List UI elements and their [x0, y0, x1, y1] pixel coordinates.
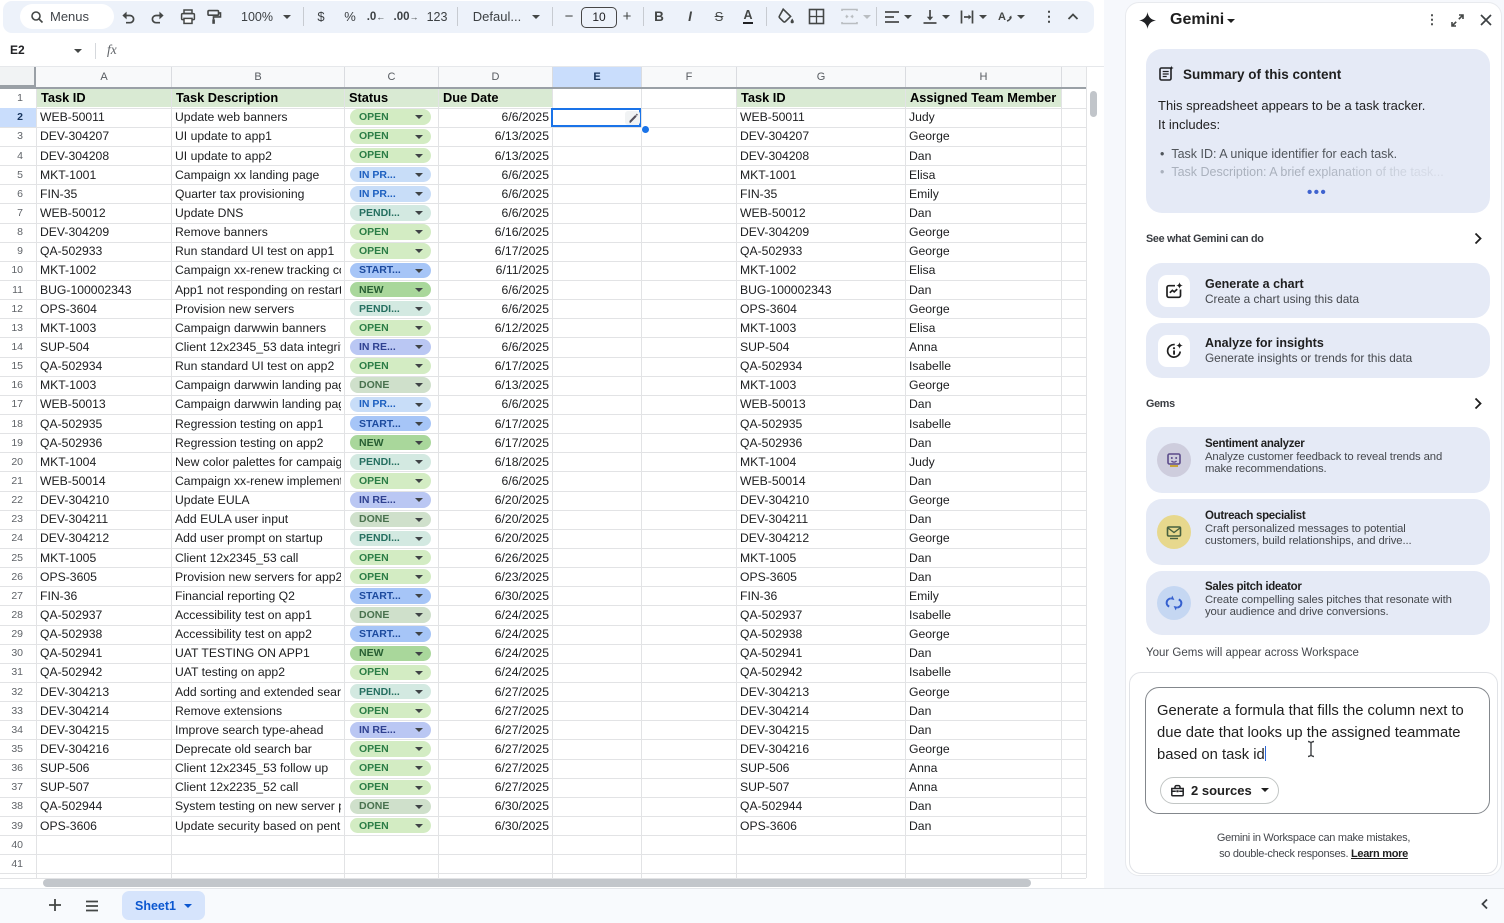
svg-text:A: A	[998, 11, 1006, 23]
